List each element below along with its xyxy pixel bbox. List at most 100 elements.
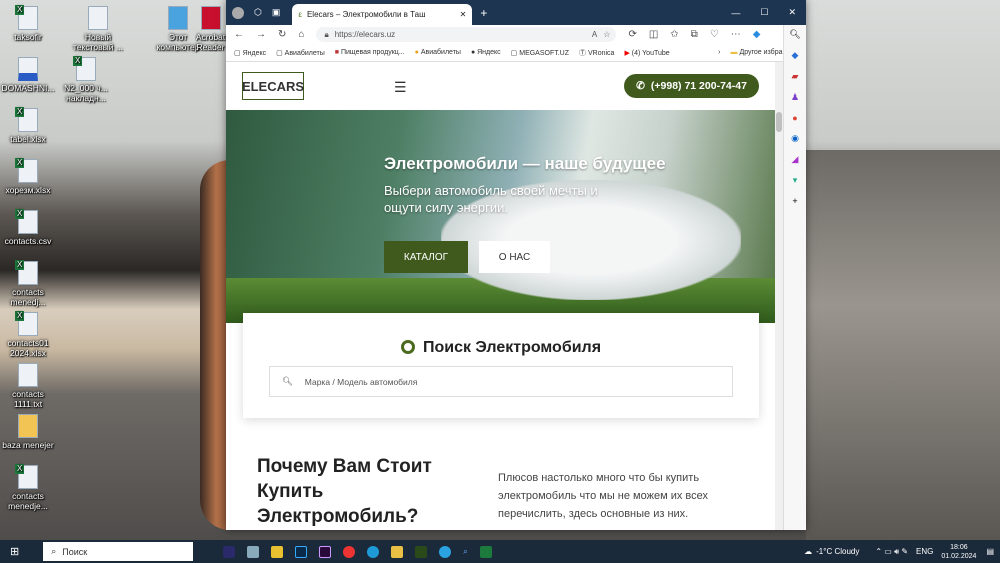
search-app-icon[interactable]: ⌕ [463, 547, 467, 557]
hero-banner: Электромобили — наше будущее Выбери авто… [226, 110, 783, 323]
telegram-icon[interactable] [439, 545, 452, 558]
app-icon[interactable] [247, 545, 260, 558]
icon-label: Этот компьютер [156, 32, 200, 52]
bookmark-label: Пищевая продукц... [340, 49, 405, 56]
weather[interactable]: -1°C Cloudy [816, 547, 859, 556]
language[interactable]: ENG [916, 547, 933, 556]
start-icon[interactable]: ⊞ [10, 545, 19, 558]
favorite-star-icon[interactable]: ☆ [603, 30, 610, 39]
photoshop-icon[interactable] [295, 545, 308, 558]
catalog-button[interactable]: КАТАЛОГ [384, 241, 468, 273]
back-icon[interactable]: ← [234, 29, 244, 40]
bookmark[interactable]: ■ Пищевая продукц... [335, 49, 405, 56]
site-logo[interactable]: ELECARS [242, 72, 304, 100]
sticky-notes-icon[interactable] [271, 545, 284, 558]
icon-label: contacts.csv [4, 236, 52, 246]
lock-icon: 🔒︎ [324, 29, 329, 39]
drop-icon[interactable]: ▾ [793, 175, 798, 186]
tab-actions-icon[interactable]: ▣ [272, 7, 281, 18]
search-title-text: Поиск Электромобиля [422, 339, 602, 356]
bookmark[interactable]: ● Яндекс [471, 49, 501, 56]
maximize-icon[interactable]: ☐ [760, 7, 768, 18]
taskbar: ⊞ ⌕ Поиск ⌕ ☁ -1°C Cloudy ⌃ ▭ 🔊︎ ✎ ENG 18… [0, 540, 1000, 563]
desktop-icon[interactable]: Acrobat Reader [195, 6, 226, 52]
bookmark-label: Авиабилеты [284, 49, 325, 57]
excel-icon[interactable] [479, 545, 492, 558]
chrome-icon[interactable] [343, 545, 356, 558]
tray-icons[interactable]: ⌃ ▭ 🔊︎ ✎ [875, 547, 908, 557]
desktop-icon[interactable]: contacts.csv [0, 209, 56, 246]
clock[interactable]: 18:06 01.02.2024 [941, 543, 976, 561]
icon-label: Новый текстовый ... [73, 32, 123, 52]
read-aloud-icon[interactable]: A [592, 30, 597, 39]
search-icon[interactable]: 🔍︎ [789, 29, 800, 40]
scrollbar[interactable] [775, 62, 783, 530]
nvidia-icon[interactable] [415, 545, 428, 558]
site-header: ELECARS ☰ ✆ (+998) 71 200-74-47 [226, 62, 783, 110]
refresh-icon[interactable]: ↻ [278, 29, 286, 40]
desktop-icon[interactable]: contacts01 2024.xlsx [0, 311, 56, 358]
office-icon[interactable]: ● [792, 113, 797, 123]
close-tab-icon[interactable]: ✕ [460, 10, 467, 19]
minimize-icon[interactable]: — [731, 8, 740, 18]
more-icon[interactable]: ⋯ [731, 29, 741, 40]
collections-icon[interactable]: ⧉ [691, 29, 698, 40]
address-bar[interactable]: 🔒︎ https://elecars.uz A ☆ [316, 27, 617, 42]
bookmark-label: Яндекс [477, 49, 501, 56]
home-icon[interactable]: ⌂ [298, 29, 304, 40]
taskbar-search-text: Поиск [62, 546, 88, 557]
shopping-icon[interactable]: ◆ [792, 50, 799, 61]
designer-icon[interactable]: ◢ [792, 154, 799, 165]
desktop-icon[interactable]: tabel.xlsx [0, 107, 56, 144]
notifications-icon[interactable]: ▤ [986, 547, 994, 556]
car-search-input[interactable]: 🔍︎ Марка / Модель автомобиля [269, 366, 733, 397]
taskbar-search[interactable]: ⌕ Поиск [43, 542, 194, 561]
icon-label: contacts01 2024.xlsx [7, 338, 49, 358]
bookmark[interactable]: Ⓣ VRonica [579, 48, 614, 58]
icon-label: tabel.xlsx [10, 134, 46, 144]
after-effects-icon[interactable] [223, 545, 236, 558]
health-icon[interactable]: ♡ [710, 29, 719, 40]
forward-icon[interactable]: → [256, 29, 266, 40]
desktop-icon[interactable]: contacts 1111.txt [0, 363, 56, 409]
desktop-icon[interactable]: хорезм.xlsx [0, 158, 56, 195]
desktop-icon[interactable]: taksofir [0, 5, 56, 42]
desktop-icon[interactable]: DOMASHNI... [0, 57, 56, 93]
copilot-icon[interactable]: ◆ [753, 29, 761, 40]
bookmark-label: Авиабилеты [420, 49, 461, 56]
toolbar: ← → ↻ ⌂ 🔒︎ https://elecars.uz A ☆ ⟳ ◫ ✩ ⧉ ♡… [226, 25, 806, 44]
desktop-icon[interactable]: contacts menedj... [0, 260, 56, 307]
desktop-icon[interactable]: contacts menedje... [0, 464, 56, 511]
desktop-icon[interactable]: baza menejer [0, 414, 56, 450]
new-tab-icon[interactable]: + [480, 6, 487, 20]
why-text: Плюсов настолько много что бы купить эле… [498, 472, 708, 520]
url-text: https://elecars.uz [334, 30, 396, 39]
workspaces-icon[interactable]: ⬡ [254, 7, 262, 18]
bookmark[interactable]: ▢ MEGASOFT.UZ [511, 49, 569, 57]
chevron-right-icon[interactable]: › [718, 49, 720, 56]
add-icon[interactable]: + [792, 196, 797, 206]
bookmark[interactable]: ▢ Яндекс [234, 49, 266, 57]
file-explorer-icon[interactable] [391, 545, 404, 558]
about-button[interactable]: О НАС [479, 241, 550, 273]
bookmark[interactable]: ▶ (4) YouTube [624, 49, 669, 57]
phone-button[interactable]: ✆ (+998) 71 200-74-47 [624, 74, 759, 98]
tab-elecars[interactable]: ε Elecars – Электромобили в Таш ✕ [292, 4, 473, 25]
outlook-icon[interactable]: ◉ [791, 133, 799, 144]
tools-icon[interactable]: ▰ [792, 71, 799, 82]
edge-icon[interactable] [367, 545, 380, 558]
close-window-icon[interactable]: ✕ [788, 7, 796, 18]
hamburger-menu-icon[interactable]: ☰ [394, 79, 407, 96]
bookmark[interactable]: ▢ Авиабилеты [276, 49, 325, 57]
favorites-icon[interactable]: ✩ [670, 29, 678, 40]
bookmark[interactable]: ● Авиабилеты [415, 49, 461, 56]
split-screen-icon[interactable]: ◫ [649, 29, 658, 40]
games-icon[interactable]: ♟ [791, 92, 799, 103]
premiere-icon[interactable] [319, 545, 332, 558]
profile-icon[interactable] [232, 6, 244, 19]
favicon-icon: ε [298, 10, 302, 19]
desktop-icon[interactable]: Новый текстовый ... [70, 6, 126, 52]
desktop-icon[interactable]: N2_000 ч... накладн... [58, 56, 114, 103]
search-icon [400, 340, 415, 354]
extensions-icon[interactable]: ⟳ [628, 29, 636, 40]
